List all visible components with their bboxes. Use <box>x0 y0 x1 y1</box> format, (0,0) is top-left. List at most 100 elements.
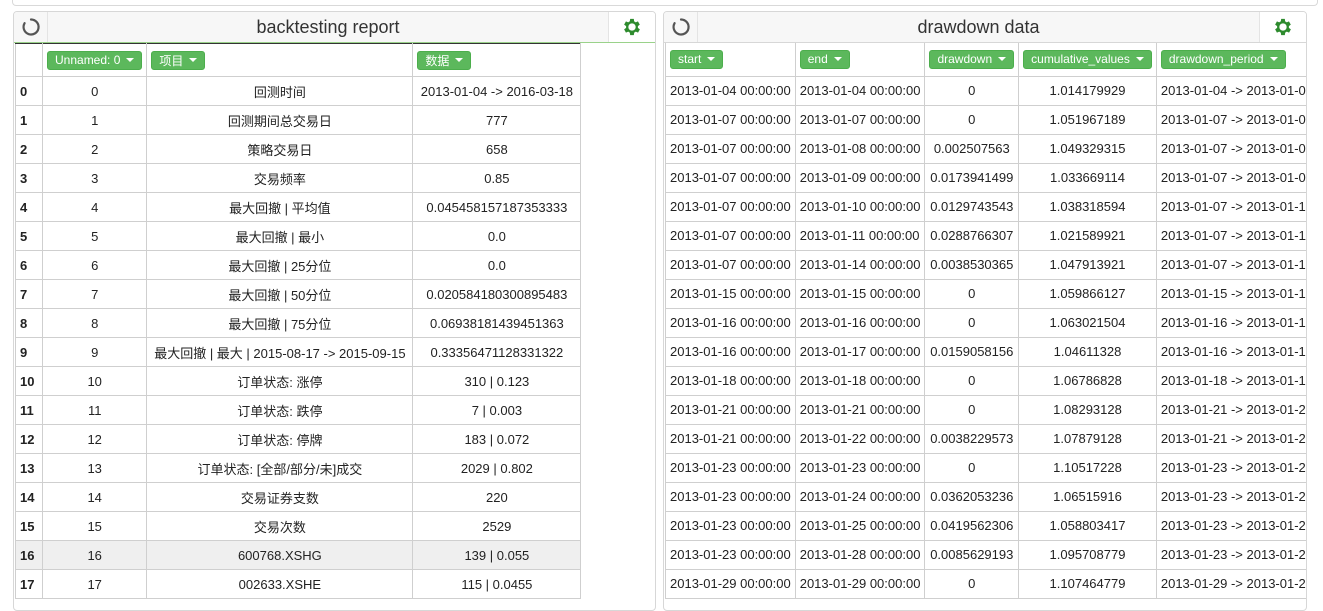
table-row[interactable]: 2013-01-07 00:00:00 2013-01-08 00:00:00 0.… <box>665 133 1306 164</box>
table-row[interactable]: 9 9 最大回撤 | 最大 | 2015-08-17 -> 2015-09-15 0.… <box>15 337 582 367</box>
drawdown-period-cell: 2013-01-29 -> 2013-01-29 <box>1155 568 1306 599</box>
gear-icon <box>624 18 640 36</box>
table-row[interactable]: 17 17 002633.XSHE 115 | 0.0455 <box>15 569 582 599</box>
table-row[interactable]: 2 2 策略交易日 658 <box>15 134 582 164</box>
table-row[interactable]: 15 15 交易次数 2529 <box>15 511 582 541</box>
drawdown-cell: 0 <box>924 307 1020 338</box>
settings-button[interactable] <box>1260 12 1306 42</box>
column-header: 项目 <box>146 43 414 77</box>
table-row[interactable]: 6 6 最大回撤 | 25分位 0.0 <box>15 250 582 280</box>
column-menu-button[interactable]: start <box>670 49 724 69</box>
table-row[interactable]: 2013-01-18 00:00:00 2013-01-18 00:00:00 0 1… <box>665 365 1306 396</box>
drawdown-period-cell: 2013-01-21 -> 2013-01-21 <box>1155 394 1306 425</box>
panel-title: backtesting report <box>48 12 609 42</box>
item-cell: 回测期间总交易日 <box>146 105 414 135</box>
item-cell: 最大回撤 | 最大 | 2015-08-17 -> 2015-09-15 <box>146 337 414 367</box>
unnamed-cell: 15 <box>41 511 148 541</box>
table-row[interactable]: 2013-01-23 00:00:00 2013-01-25 00:00:00 0.… <box>665 510 1306 541</box>
table-row[interactable]: 8 8 最大回撤 | 75分位 0.06938181439451363 <box>15 308 582 338</box>
table-row[interactable]: 2013-01-29 00:00:00 2013-01-29 00:00:00 0 1… <box>665 568 1306 599</box>
panel-header: backtesting report <box>14 12 655 43</box>
unnamed-cell: 1 <box>41 105 148 135</box>
panel-header: drawdown data <box>664 12 1306 43</box>
table-row[interactable]: 1 1 回测期间总交易日 777 <box>15 105 582 135</box>
table-row[interactable]: 2013-01-23 00:00:00 2013-01-23 00:00:00 0 1… <box>665 452 1306 483</box>
item-cell: 订单状态: [全部/部分/未]成交 <box>146 453 414 483</box>
column-menu-button[interactable]: end <box>799 49 850 69</box>
drawdown-cell: 0.0362053236 <box>924 481 1020 512</box>
row-index-cell: 7 <box>15 279 43 309</box>
column-menu-button[interactable]: cumulative_values <box>1023 49 1152 69</box>
settings-button[interactable] <box>609 12 655 42</box>
table-row[interactable]: 3 3 交易频率 0.85 <box>15 163 582 193</box>
end-cell: 2013-01-21 00:00:00 <box>794 394 926 425</box>
caret-down-icon <box>833 57 842 62</box>
column-header: cumulative_values <box>1018 43 1157 77</box>
table-row[interactable]: 2013-01-16 00:00:00 2013-01-17 00:00:00 0.… <box>665 336 1306 367</box>
drawdown-cell: 0.0159058156 <box>924 336 1020 367</box>
table-row[interactable]: 16 16 600768.XSHG 139 | 0.055 <box>15 540 582 570</box>
table-row[interactable]: 14 14 交易证券支数 220 <box>15 482 582 512</box>
table-row[interactable]: 10 10 订单状态: 涨停 310 | 0.123 <box>15 366 582 396</box>
refresh-button[interactable] <box>664 12 698 42</box>
table-row[interactable]: 2013-01-04 00:00:00 2013-01-04 00:00:00 0 1… <box>665 75 1306 106</box>
caret-down-icon <box>707 57 716 62</box>
unnamed-cell: 10 <box>41 366 148 396</box>
table-row[interactable]: 2013-01-07 00:00:00 2013-01-11 00:00:00 0.… <box>665 220 1306 251</box>
row-index-cell: 2 <box>15 134 43 164</box>
table-row[interactable]: 12 12 订单状态: 停牌 183 | 0.072 <box>15 424 582 454</box>
refresh-icon <box>671 18 690 36</box>
table-row[interactable]: 2013-01-07 00:00:00 2013-01-14 00:00:00 0.… <box>665 249 1306 280</box>
drawdown-period-cell: 2013-01-23 -> 2013-01-25 <box>1155 510 1306 541</box>
row-index-cell: 6 <box>15 250 43 280</box>
drawdown-data-panel: drawdown data start end drawdown cumulat… <box>663 11 1307 611</box>
unnamed-cell: 0 <box>41 76 148 106</box>
table-row[interactable]: 5 5 最大回撤 | 最小 0.0 <box>15 221 582 251</box>
table-row[interactable]: 2013-01-07 00:00:00 2013-01-10 00:00:00 0.… <box>665 191 1306 222</box>
drawdown-period-cell: 2013-01-21 -> 2013-01-22 <box>1155 423 1306 454</box>
row-index-cell: 16 <box>15 540 43 570</box>
table-row[interactable]: 2013-01-15 00:00:00 2013-01-15 00:00:00 0 1… <box>665 278 1306 309</box>
column-menu-button[interactable]: Unnamed: 0 <box>47 50 143 70</box>
end-cell: 2013-01-18 00:00:00 <box>794 365 926 396</box>
column-menu-button[interactable]: 项目 <box>151 50 206 70</box>
row-index-cell: 0 <box>15 76 43 106</box>
end-cell: 2013-01-25 00:00:00 <box>794 510 926 541</box>
start-cell: 2013-01-04 00:00:00 <box>665 75 796 106</box>
column-menu-button[interactable]: 数据 <box>417 50 472 70</box>
value-cell: 0.020584180300895483 <box>412 279 582 309</box>
column-menu-button[interactable]: drawdown_period <box>1160 49 1286 69</box>
table-row[interactable]: 2013-01-07 00:00:00 2013-01-09 00:00:00 0.… <box>665 162 1306 193</box>
refresh-button[interactable] <box>14 12 48 42</box>
end-cell: 2013-01-09 00:00:00 <box>794 162 926 193</box>
table-row[interactable]: 11 11 订单状态: 跌停 7 | 0.003 <box>15 395 582 425</box>
column-menu-button[interactable]: drawdown <box>929 49 1015 69</box>
table-row[interactable]: 2013-01-23 00:00:00 2013-01-28 00:00:00 0.… <box>665 539 1306 570</box>
table-row[interactable]: 2013-01-21 00:00:00 2013-01-21 00:00:00 0 1… <box>665 394 1306 425</box>
cumulative-values-cell: 1.07879128 <box>1018 423 1157 454</box>
cumulative-values-cell: 1.038318594 <box>1018 191 1157 222</box>
drawdown-period-cell: 2013-01-18 -> 2013-01-18 <box>1155 365 1306 396</box>
table-row[interactable]: 4 4 最大回撤 | 平均值 0.045458157187353333 <box>15 192 582 222</box>
table-header-row: start end drawdown cumulative_values dra… <box>665 43 1306 77</box>
row-index-cell: 12 <box>15 424 43 454</box>
cumulative-values-cell: 1.095708779 <box>1018 539 1157 570</box>
table-row[interactable]: 2013-01-21 00:00:00 2013-01-22 00:00:00 0.… <box>665 423 1306 454</box>
drawdown-period-cell: 2013-01-07 -> 2013-01-14 <box>1155 249 1306 280</box>
table-row[interactable]: 2013-01-23 00:00:00 2013-01-24 00:00:00 0.… <box>665 481 1306 512</box>
row-index-cell: 13 <box>15 453 43 483</box>
value-cell: 139 | 0.055 <box>412 540 582 570</box>
table-row[interactable]: 2013-01-07 00:00:00 2013-01-07 00:00:00 0 1… <box>665 104 1306 135</box>
row-index-cell: 3 <box>15 163 43 193</box>
unnamed-cell: 17 <box>41 569 148 599</box>
value-cell: 0.045458157187353333 <box>412 192 582 222</box>
cumulative-values-cell: 1.051967189 <box>1018 104 1157 135</box>
unnamed-cell: 2 <box>41 134 148 164</box>
table-row[interactable]: 2013-01-16 00:00:00 2013-01-16 00:00:00 0 1… <box>665 307 1306 338</box>
table-row[interactable]: 0 0 回测时间 2013-01-04 -> 2016-03-18 <box>15 76 582 106</box>
table-row[interactable]: 7 7 最大回撤 | 50分位 0.020584180300895483 <box>15 279 582 309</box>
column-header: start <box>665 43 796 77</box>
table-row[interactable]: 13 13 订单状态: [全部/部分/未]成交 2029 | 0.802 <box>15 453 582 483</box>
unnamed-cell: 12 <box>41 424 148 454</box>
cumulative-values-cell: 1.021589921 <box>1018 220 1157 251</box>
